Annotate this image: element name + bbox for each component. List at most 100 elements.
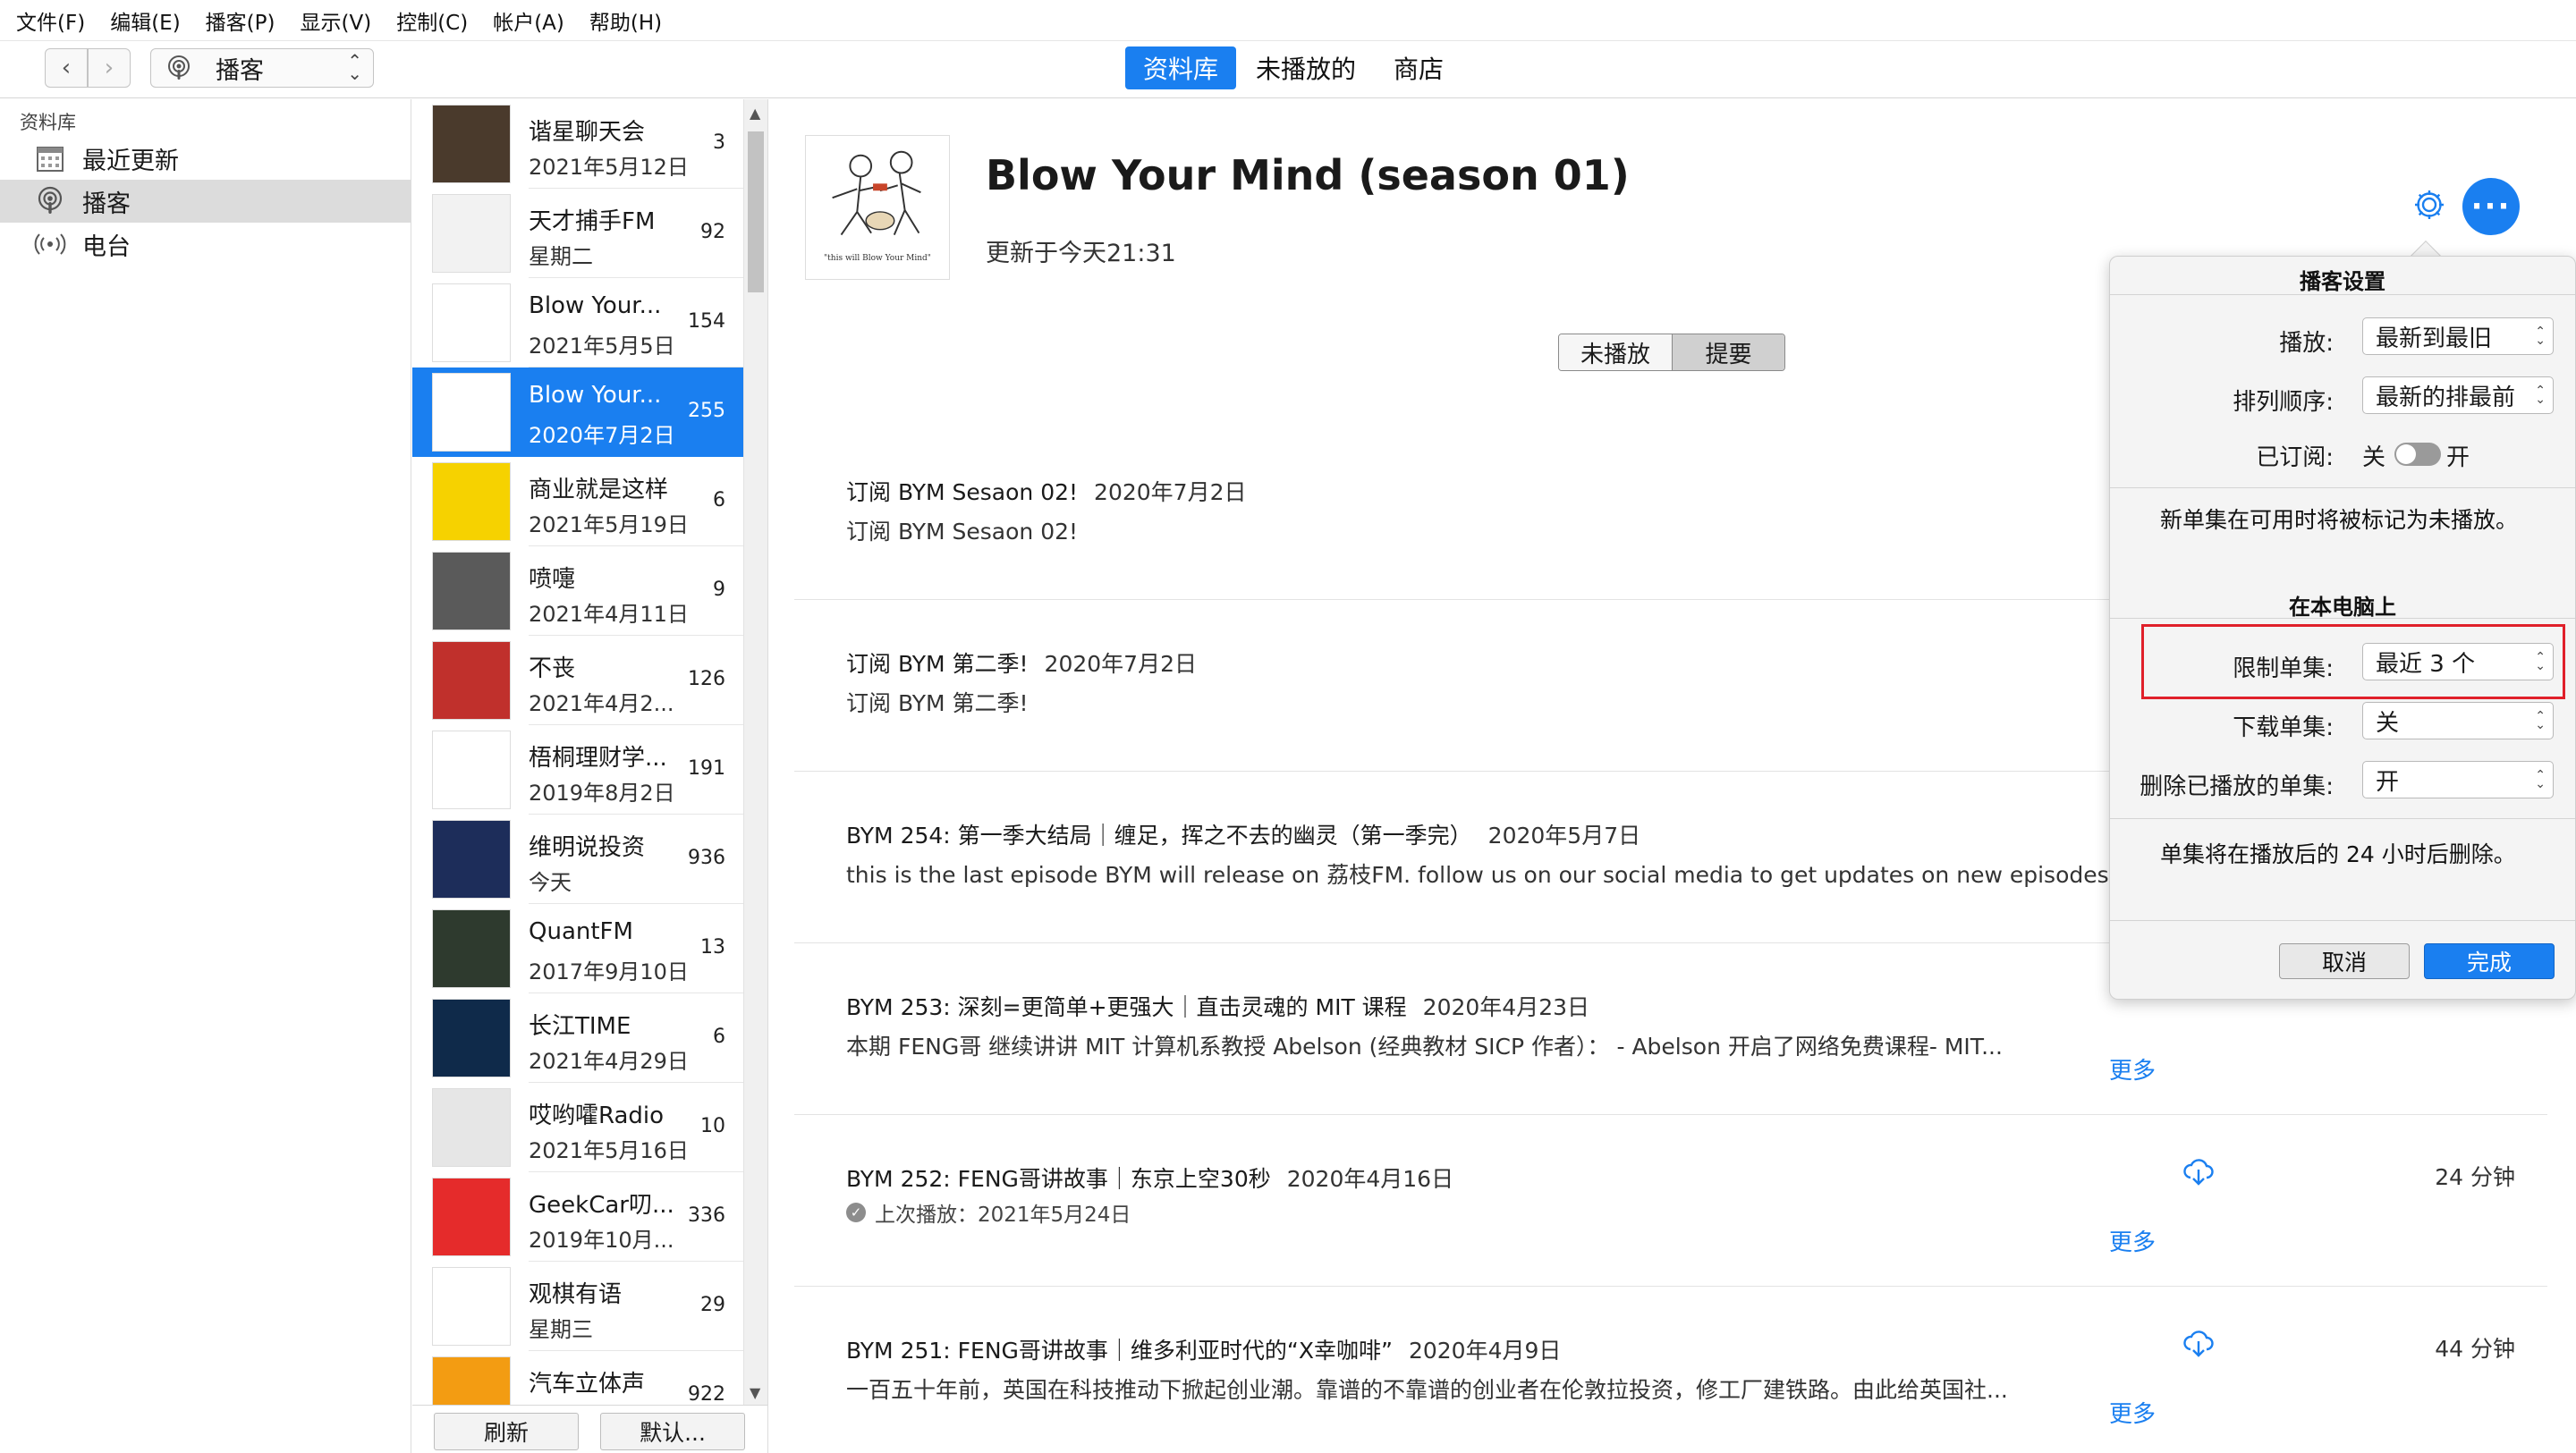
download-select[interactable]: 关 ⌃ ⌄ xyxy=(2362,702,2554,739)
podcast-item-count: 9 xyxy=(713,579,725,601)
podcast-list-item[interactable]: 谐星聊天会 2021年5月12日 3 xyxy=(412,99,743,189)
podcast-list-item[interactable]: 维明说投资 今天 936 xyxy=(412,815,743,904)
subscribed-toggle[interactable] xyxy=(2394,443,2441,466)
scroll-up-icon[interactable]: ▲ xyxy=(750,105,760,122)
media-kind-select[interactable]: 播客 ⌃ ⌄ xyxy=(150,48,374,88)
toggle-knob xyxy=(2396,444,2416,464)
gear-icon[interactable] xyxy=(2411,187,2447,223)
podcast-item-count: 126 xyxy=(688,668,725,690)
subscribed-label: 已订阅: xyxy=(2256,444,2334,471)
play-value: 最新到最旧 xyxy=(2376,325,2493,352)
divider xyxy=(2110,487,2575,488)
tab-unplayed[interactable]: 未播放的 xyxy=(1238,46,1374,89)
sidebar-item-podcasts[interactable]: 播客 xyxy=(0,180,411,223)
sidebar-item-recent[interactable]: 最近更新 xyxy=(0,137,411,180)
podcast-list-item[interactable]: Blow Your... 2020年7月2日 255 xyxy=(412,367,743,457)
episode-row[interactable]: BYM 251: FENG哥讲故事｜维多利亚时代的“X幸咖啡” 2020年4月9日… xyxy=(794,1287,2547,1453)
podcast-artwork xyxy=(432,462,511,541)
download-value: 关 xyxy=(2376,709,2400,737)
segment-unplayed[interactable]: 未播放 xyxy=(1559,334,1672,370)
segment-feed[interactable]: 提要 xyxy=(1672,334,1784,370)
forward-button[interactable]: › xyxy=(88,48,131,88)
episode-date: 2020年4月9日 xyxy=(1408,1338,1562,1364)
cover-caption: "this will Blow Your Mind" xyxy=(824,254,931,263)
podcast-item-count: 13 xyxy=(700,936,725,959)
podcast-item-date: 2019年8月2日 xyxy=(529,781,675,806)
tab-library[interactable]: 资料库 xyxy=(1125,46,1237,89)
podcast-item-title: 喷嚏 xyxy=(529,566,576,593)
podcast-artwork xyxy=(432,105,511,183)
tab-store[interactable]: 商店 xyxy=(1376,46,1462,89)
podcast-updated: 更新于今天21:31 xyxy=(986,240,1176,267)
podcast-list-item[interactable]: 天才捕手FM 星期二 92 xyxy=(412,189,743,278)
episode-more-link[interactable]: 更多 xyxy=(2109,1052,2156,1086)
updown-chevron-icon: ⌃ ⌄ xyxy=(2535,709,2546,732)
more-options-button[interactable]: ··· xyxy=(2462,178,2520,235)
podcast-artwork xyxy=(432,1178,511,1256)
podcast-list-item[interactable]: 不丧 2021年4月2... 126 xyxy=(412,636,743,725)
podcast-item-count: 10 xyxy=(700,1115,725,1137)
podcast-list-item[interactable]: GeekCar叨... 2019年10月... 336 xyxy=(412,1172,743,1262)
download-episodes-row: 下载单集: 关 ⌃ ⌄ xyxy=(2110,702,2575,741)
scrollbar-thumb[interactable] xyxy=(748,131,764,292)
limit-highlight-box xyxy=(2141,624,2565,699)
podcast-item-date: 2021年5月19日 xyxy=(529,512,689,537)
episode-more-link[interactable]: 更多 xyxy=(2109,1396,2156,1429)
menu-file[interactable]: 文件(F) xyxy=(16,5,85,36)
podcast-list-scrollbar[interactable]: ▲ ▼ xyxy=(743,99,768,1405)
podcast-list-item[interactable]: QuantFM 2017年9月10日 13 xyxy=(412,904,743,993)
play-select[interactable]: 最新到最旧 ⌃ ⌄ xyxy=(2362,317,2554,355)
menu-account[interactable]: 帐户(A) xyxy=(493,5,564,36)
podcast-item-title: 天才捕手FM xyxy=(529,208,656,235)
refresh-button[interactable]: 刷新 xyxy=(434,1413,579,1450)
menu-help[interactable]: 帮助(H) xyxy=(589,5,662,36)
episode-title: BYM 251: FENG哥讲故事｜维多利亚时代的“X幸咖啡” xyxy=(846,1338,1393,1364)
popover-header: 播客设置 xyxy=(2300,269,2385,294)
podcast-item-count: 922 xyxy=(688,1383,725,1405)
podcast-cover: "this will Blow Your Mind" xyxy=(805,135,950,280)
podcast-list-item[interactable]: Blow Your... 2021年5月5日 154 xyxy=(412,278,743,367)
sidebar: 资料库 最近更新 播客 电台 xyxy=(0,99,411,1453)
done-button[interactable]: 完成 xyxy=(2424,943,2555,979)
podcast-item-date: 星期二 xyxy=(529,244,593,269)
podcast-item-date: 2017年9月10日 xyxy=(529,959,689,984)
play-order-row: 播放: 最新到最旧 ⌃ ⌄ xyxy=(2110,317,2575,357)
scroll-down-icon[interactable]: ▼ xyxy=(750,1384,760,1401)
podcast-list-item[interactable]: 哎哟嚯Radio 2021年5月16日 10 xyxy=(412,1083,743,1172)
podcast-item-date: 2021年5月5日 xyxy=(529,334,675,359)
media-kind-label: 播客 xyxy=(216,56,264,85)
delete-select[interactable]: 开 ⌃ ⌄ xyxy=(2362,761,2554,798)
sort-select[interactable]: 最新的排最前 ⌃ ⌄ xyxy=(2362,376,2554,414)
delete-label: 删除已播放的单集: xyxy=(2140,773,2334,800)
defaults-button[interactable]: 默认... xyxy=(600,1413,745,1450)
updown-chevron-icon: ⌃ ⌄ xyxy=(347,50,362,84)
cancel-button[interactable]: 取消 xyxy=(2279,943,2410,979)
menu-controls[interactable]: 控制(C) xyxy=(396,5,468,36)
podcast-item-date: 星期三 xyxy=(529,1317,593,1342)
menu-edit[interactable]: 编辑(E) xyxy=(110,5,180,36)
episode-more-link[interactable]: 更多 xyxy=(2109,1224,2156,1257)
podcast-artwork xyxy=(432,1356,511,1405)
podcast-list: 谐星聊天会 2021年5月12日 3 天才捕手FM 星期二 92 Blow Your... 2… xyxy=(412,99,743,1405)
podcast-artwork xyxy=(432,731,511,809)
podcast-list-item[interactable]: 长江TIME 2021年4月29日 6 xyxy=(412,993,743,1083)
updown-chevron-icon: ⌃ ⌄ xyxy=(2535,768,2546,791)
menu-podcast[interactable]: 播客(P) xyxy=(206,5,275,36)
episode-header: BYM 251: FENG哥讲故事｜维多利亚时代的“X幸咖啡” 2020年4月9日 xyxy=(846,1333,1561,1365)
cloud-download-icon[interactable] xyxy=(2181,1154,2216,1190)
podcast-list-item[interactable]: 商业就是这样 2021年5月19日 6 xyxy=(412,457,743,546)
cloud-download-icon[interactable] xyxy=(2181,1326,2216,1362)
podcast-list-item[interactable]: 汽车立体声 922 xyxy=(412,1351,743,1405)
sidebar-item-radio[interactable]: 电台 xyxy=(0,223,411,266)
podcast-list-item[interactable]: 梧桐理财学... 2019年8月2日 191 xyxy=(412,725,743,815)
episode-row[interactable]: BYM 252: FENG哥讲故事｜东京上空30秒 2020年4月16日 ✓ 上次播放… xyxy=(794,1115,2547,1287)
back-button[interactable]: ‹ xyxy=(45,48,88,88)
podcast-item-date: 2021年4月29日 xyxy=(529,1049,689,1074)
menu-view[interactable]: 显示(V) xyxy=(301,5,372,36)
episode-title: 订阅 BYM Sesaon 02! xyxy=(846,479,1079,505)
podcast-item-title: Blow Your... xyxy=(529,292,662,319)
episode-header: BYM 253: 深刻=更简单+更强大｜直击灵魂的 MIT 课程 2020年4月2… xyxy=(846,990,1589,1022)
podcast-list-item[interactable]: 喷嚏 2021年4月11日 9 xyxy=(412,546,743,636)
podcast-item-date: 2021年5月12日 xyxy=(529,155,689,180)
podcast-list-item[interactable]: 观棋有语 星期三 29 xyxy=(412,1262,743,1351)
